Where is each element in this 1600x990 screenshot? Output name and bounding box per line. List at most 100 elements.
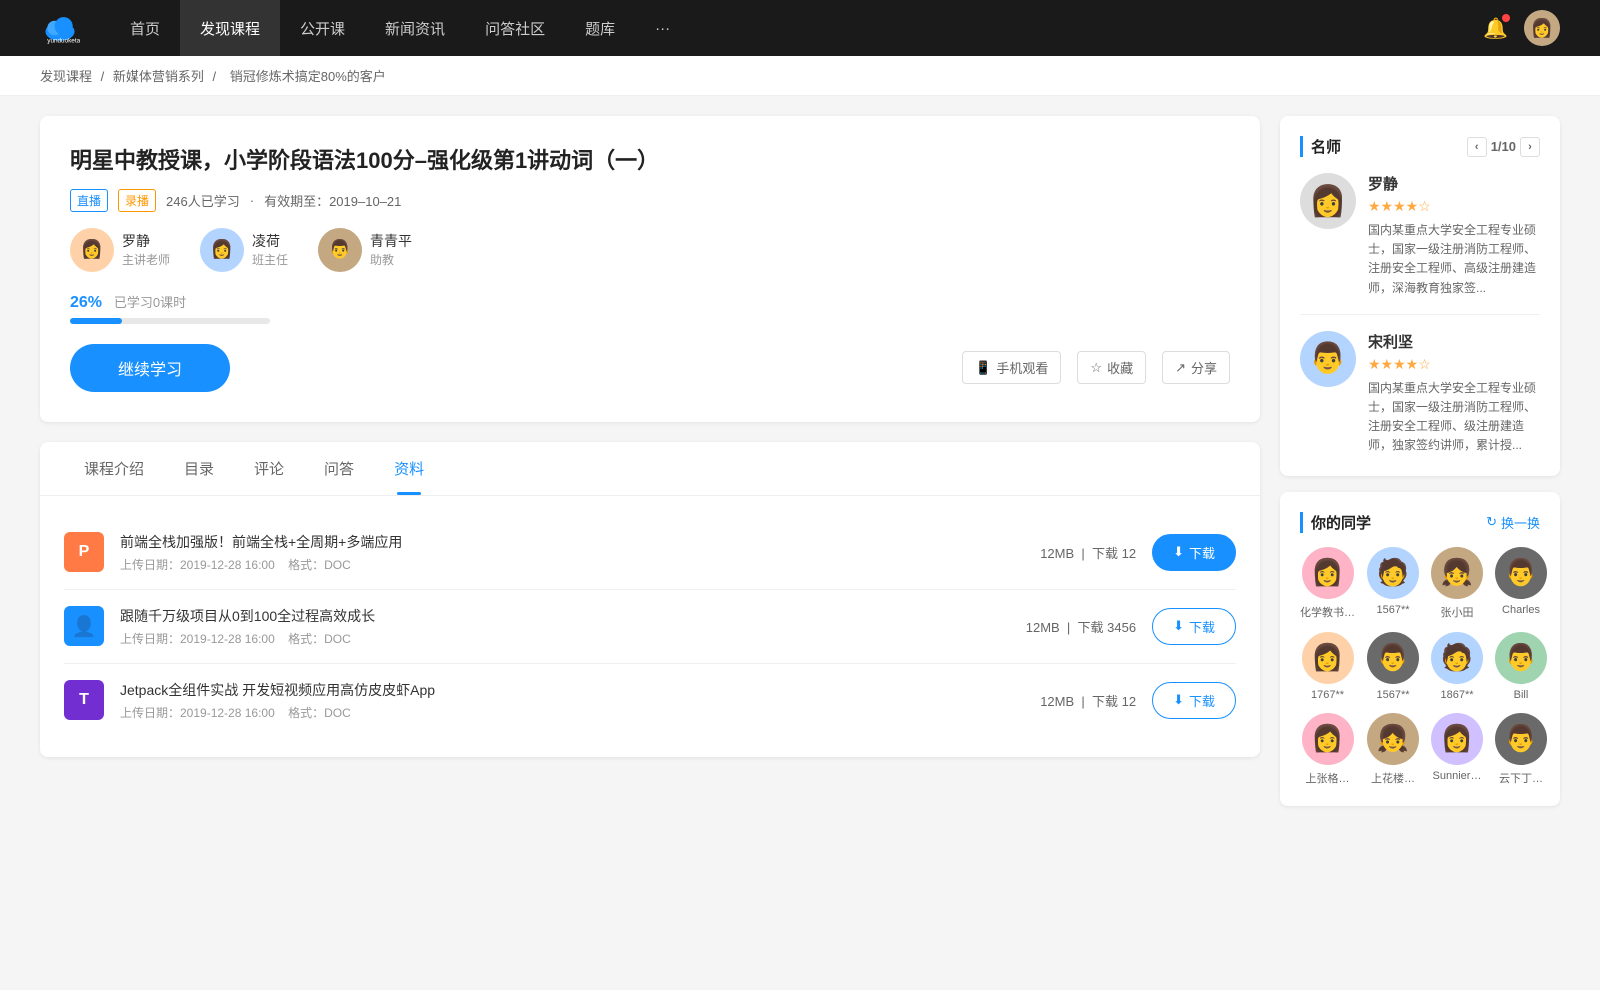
student-avatar-3[interactable]: 👨	[1495, 547, 1547, 599]
refresh-button[interactable]: ↻ 换一换	[1486, 513, 1540, 532]
resource-name-0: 前端全栈加强版！前端全栈+全周期+多端应用	[120, 532, 1024, 552]
resource-icon-0: P	[64, 532, 104, 572]
student-avatar-8[interactable]: 👩	[1302, 713, 1354, 765]
continue-button[interactable]: 继续学习	[70, 344, 230, 392]
sidebar-teacher-0-stars: ★★★★☆	[1368, 198, 1540, 215]
sidebar-teacher-0-info: 罗静 ★★★★☆ 国内某重点大学安全工程专业硕士，国家一级注册消防工程师、注册安…	[1368, 173, 1540, 298]
sidebar-right: 名师 ‹ 1/10 › 👩 罗静 ★★★★☆ 国内某重点大学安全工程专业硕士，国…	[1280, 116, 1560, 822]
resource-size-1: 12MB	[1026, 620, 1060, 635]
download-button-1[interactable]: ⬇ 下载	[1152, 608, 1236, 645]
breadcrumb: 发现课程 / 新媒体营销系列 / 销冠修炼术搞定80%的客户	[0, 56, 1600, 96]
student-name-8: 上张格…	[1306, 770, 1350, 786]
resource-info-1: 跟随千万级项目从0到100全过程高效成长 上传日期：2019-12-28 16:…	[120, 606, 1010, 647]
refresh-label: 换一换	[1501, 513, 1540, 532]
course-meta: 直播 录播 246人已学习 · 有效期至：2019–10–21	[70, 189, 1230, 212]
nav-discover[interactable]: 发现课程	[180, 0, 280, 56]
badge-live: 直播	[70, 189, 108, 212]
student-avatar-7[interactable]: 👨	[1495, 632, 1547, 684]
student-avatar-6[interactable]: 🧑	[1431, 632, 1483, 684]
notification-bell[interactable]: 🔔	[1483, 16, 1508, 41]
student-name-11: 云下丁…	[1499, 770, 1543, 786]
resource-info-2: Jetpack全组件实战 开发短视频应用高仿皮皮虾App 上传日期：2019-1…	[120, 680, 1024, 721]
download-button-2[interactable]: ⬇ 下载	[1152, 682, 1236, 719]
user-avatar-nav[interactable]: 👩	[1524, 10, 1560, 46]
content-left: 明星中教授课，小学阶段语法100分–强化级第1讲动词（一） 直播 录播 246人…	[40, 116, 1260, 822]
students-count: 246人已学习	[166, 191, 240, 210]
teachers-prev-btn[interactable]: ‹	[1467, 137, 1487, 157]
student-avatar-5[interactable]: 👨	[1367, 632, 1419, 684]
resource-date-0: 上传日期：2019-12-28 16:00	[120, 558, 275, 572]
resource-name-2: Jetpack全组件实战 开发短视频应用高仿皮皮虾App	[120, 680, 1024, 700]
teacher-1-info: 凌荷 班主任	[252, 231, 288, 268]
progress-section: 26% 已学习0课时	[70, 292, 1230, 324]
students-header: 你的同学 ↻ 换一换	[1300, 512, 1540, 533]
resource-meta-0: 上传日期：2019-12-28 16:00 格式：DOC	[120, 556, 1024, 573]
student-item-10: 👩 Sunnier…	[1431, 713, 1483, 786]
teacher-0-avatar: 👩	[70, 228, 114, 272]
tab-resources[interactable]: 资料	[374, 442, 444, 495]
tab-intro[interactable]: 课程介绍	[64, 442, 164, 495]
resource-stats-0: 12MB | 下载 12	[1040, 543, 1136, 562]
resource-downloads-1: 下载 3456	[1078, 620, 1137, 635]
teachers-page-num: 1/10	[1491, 139, 1516, 154]
sep-dot: ·	[250, 193, 254, 208]
student-item-7: 👨 Bill	[1495, 632, 1547, 701]
nav-more[interactable]: ···	[635, 0, 690, 56]
student-avatar-0[interactable]: 👩	[1302, 547, 1354, 599]
main-container: 明星中教授课，小学阶段语法100分–强化级第1讲动词（一） 直播 录播 246人…	[0, 96, 1600, 842]
resource-format-0: 格式：DOC	[288, 558, 351, 572]
student-avatar-9[interactable]: 👧	[1367, 713, 1419, 765]
student-name-3: Charles	[1502, 604, 1540, 616]
teacher-0: 👩 罗静 主讲老师	[70, 228, 170, 272]
resource-info-0: 前端全栈加强版！前端全栈+全周期+多端应用 上传日期：2019-12-28 16…	[120, 532, 1024, 573]
teachers-title-text: 名师	[1311, 136, 1341, 157]
resource-date-1: 上传日期：2019-12-28 16:00	[120, 632, 275, 646]
sidebar-teacher-1-desc: 国内某重点大学安全工程专业硕士，国家一级注册消防工程师、注册安全工程师、级注册建…	[1368, 379, 1540, 456]
student-avatar-1[interactable]: 🧑	[1367, 547, 1419, 599]
student-item-2: 👧 张小田	[1431, 547, 1483, 620]
download-icon-2: ⬇	[1173, 692, 1184, 708]
mobile-watch-label: 手机观看	[996, 358, 1048, 377]
tab-catalog[interactable]: 目录	[164, 442, 234, 495]
nav-qa[interactable]: 问答社区	[465, 0, 565, 56]
download-label-0: 下载	[1189, 543, 1215, 562]
badge-record: 录播	[118, 189, 156, 212]
student-avatar-2[interactable]: 👧	[1431, 547, 1483, 599]
nav-open[interactable]: 公开课	[280, 0, 365, 56]
tab-comments[interactable]: 评论	[234, 442, 304, 495]
student-item-5: 👨 1567**	[1367, 632, 1419, 701]
teacher-1-avatar: 👩	[200, 228, 244, 272]
collect-button[interactable]: ☆ 收藏	[1077, 351, 1146, 384]
breadcrumb-link-discover[interactable]: 发现课程	[40, 69, 92, 84]
teacher-2-avatar: 👨	[318, 228, 362, 272]
mobile-icon: 📱	[975, 360, 991, 376]
tab-qa[interactable]: 问答	[304, 442, 374, 495]
nav-home[interactable]: 首页	[110, 0, 180, 56]
download-button-0[interactable]: ⬇ 下载	[1152, 534, 1236, 571]
tabs-header: 课程介绍 目录 评论 问答 资料	[40, 442, 1260, 496]
student-avatar-11[interactable]: 👨	[1495, 713, 1547, 765]
student-item-6: 🧑 1867**	[1431, 632, 1483, 701]
student-avatar-10[interactable]: 👩	[1431, 713, 1483, 765]
teacher-2-info: 青青平 助教	[370, 231, 412, 268]
sidebar-teacher-1-stars: ★★★★☆	[1368, 356, 1540, 373]
mobile-watch-button[interactable]: 📱 手机观看	[962, 351, 1061, 384]
student-item-1: 🧑 1567**	[1367, 547, 1419, 620]
student-item-8: 👩 上张格…	[1300, 713, 1355, 786]
teachers-next-btn[interactable]: ›	[1520, 137, 1540, 157]
tabs-card: 课程介绍 目录 评论 问答 资料 P 前端全栈加强版！前端全栈+全周期+多端应用…	[40, 442, 1260, 757]
sidebar-teacher-1-avatar: 👨	[1300, 331, 1356, 387]
nav-quiz[interactable]: 题库	[565, 0, 635, 56]
resource-format-1: 格式：DOC	[288, 632, 351, 646]
teacher-0-info: 罗静 主讲老师	[122, 231, 170, 268]
share-button[interactable]: ↗ 分享	[1162, 351, 1230, 384]
sidebar-teacher-0-avatar: 👩	[1300, 173, 1356, 229]
logo[interactable]: yunduoketang.com	[40, 8, 80, 48]
student-avatar-4[interactable]: 👩	[1302, 632, 1354, 684]
student-item-11: 👨 云下丁…	[1495, 713, 1547, 786]
nav-news[interactable]: 新闻资讯	[365, 0, 465, 56]
student-name-7: Bill	[1514, 689, 1529, 701]
breadcrumb-link-series[interactable]: 新媒体营销系列	[113, 69, 204, 84]
nav-right: 🔔 👩	[1483, 10, 1560, 46]
resource-meta-2: 上传日期：2019-12-28 16:00 格式：DOC	[120, 704, 1024, 721]
